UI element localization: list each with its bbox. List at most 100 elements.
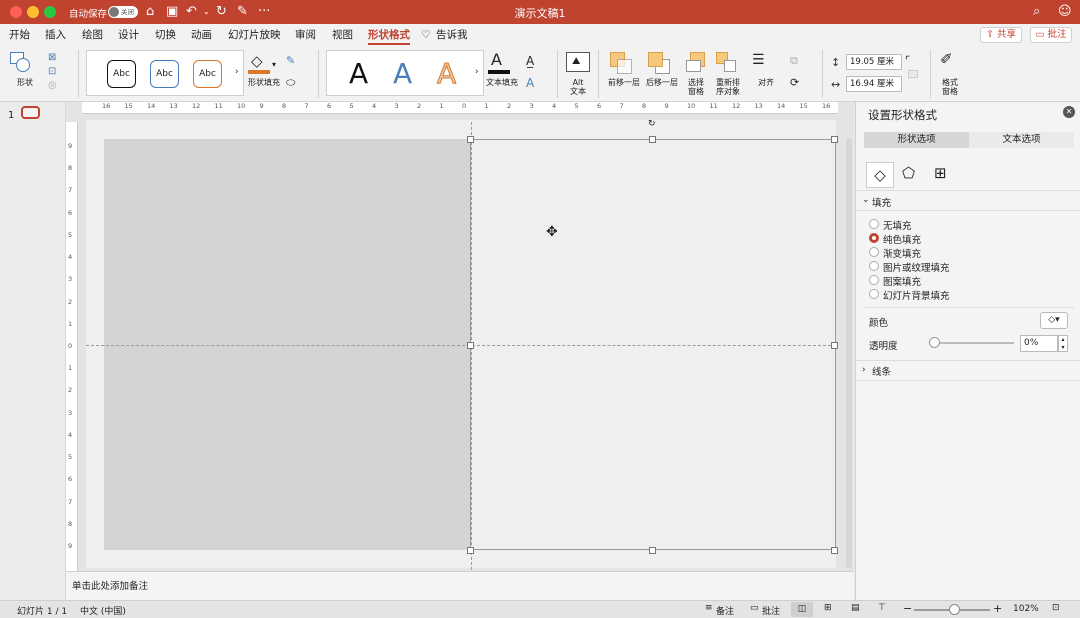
close-icon[interactable]: ✕: [1063, 106, 1075, 118]
reorder-objects-icon[interactable]: [716, 52, 738, 74]
notes-toggle[interactable]: 备注: [716, 604, 734, 617]
rotate-handle-icon[interactable]: ↻: [648, 119, 656, 129]
notes-icon[interactable]: ≡: [705, 603, 713, 613]
transparency-input[interactable]: 0%: [1020, 335, 1058, 352]
option-gradient-fill[interactable]: 渐变填充: [883, 246, 921, 260]
shapes-icon[interactable]: [10, 52, 36, 74]
resize-handle-ne[interactable]: [831, 136, 838, 143]
option-no-fill[interactable]: 无填充: [883, 218, 912, 232]
draw-textbox-icon[interactable]: ⊡: [48, 66, 56, 77]
chevron-right-icon[interactable]: ›: [862, 365, 866, 375]
merge-shapes-icon[interactable]: ◎: [48, 80, 57, 91]
option-solid-fill[interactable]: 纯色填充: [883, 232, 921, 246]
edit-shape-icon[interactable]: ⊠: [48, 52, 56, 63]
tab-transitions[interactable]: 切换: [155, 28, 176, 42]
normal-view-icon[interactable]: ◫: [791, 602, 813, 617]
tell-me[interactable]: 告诉我: [436, 28, 468, 42]
send-backward-icon[interactable]: [648, 52, 670, 74]
wordart-gallery[interactable]: A A A ›: [326, 50, 484, 96]
zoom-out-icon[interactable]: −: [903, 602, 912, 615]
resize-handle-sw[interactable]: [467, 547, 474, 554]
bring-forward-icon[interactable]: [610, 52, 632, 74]
rotate-icon[interactable]: ⟳: [790, 76, 799, 89]
selection-pane-icon[interactable]: [686, 52, 708, 74]
slide-sorter-icon[interactable]: ⊞: [824, 603, 832, 613]
format-pane-icon[interactable]: ✐: [940, 50, 953, 68]
crop-icon[interactable]: ⌜: [905, 54, 910, 67]
text-effects-icon[interactable]: A: [526, 76, 534, 90]
shape-style-1[interactable]: Abc: [107, 60, 136, 88]
radio-slide-background-fill[interactable]: [869, 289, 879, 299]
option-slide-background-fill[interactable]: 幻灯片背景填充: [883, 288, 950, 302]
chevron-down-icon[interactable]: ▾: [272, 60, 276, 69]
text-outline-icon[interactable]: A̲: [526, 54, 534, 68]
option-picture-fill[interactable]: 图片或纹理填充: [883, 260, 950, 274]
fill-section-header[interactable]: 填充: [872, 195, 891, 209]
zoom-in-icon[interactable]: +: [993, 602, 1002, 615]
shape-style-3[interactable]: Abc: [193, 60, 222, 88]
alt-text-icon[interactable]: ⛰: [566, 52, 590, 72]
option-pattern-fill[interactable]: 图案填充: [883, 274, 921, 288]
slideshow-icon[interactable]: ⊤: [878, 603, 886, 613]
comments-toggle[interactable]: 批注: [762, 604, 780, 617]
shape-styles-gallery[interactable]: Abc Abc Abc ›: [86, 50, 244, 96]
tab-text-options[interactable]: 文本选项: [969, 132, 1074, 148]
smiley-icon[interactable]: ☺: [1058, 4, 1072, 20]
comments-icon[interactable]: ▭: [750, 603, 759, 613]
fill-bucket-icon[interactable]: ◇: [866, 162, 894, 188]
resize-handle-e[interactable]: [831, 342, 838, 349]
comment-button[interactable]: ▭ 批注: [1030, 27, 1072, 43]
tab-slideshow[interactable]: 幻灯片放映: [228, 28, 281, 42]
transparency-slider-knob[interactable]: [929, 337, 940, 348]
height-input[interactable]: 19.05 厘米: [846, 54, 902, 70]
tab-shape-options[interactable]: 形状选项: [864, 132, 969, 148]
share-button[interactable]: ⇪ 共享: [980, 27, 1022, 43]
pentagon-icon[interactable]: ⬠: [902, 164, 915, 182]
vertical-scrollbar[interactable]: [846, 138, 852, 568]
reading-view-icon[interactable]: ▤: [851, 603, 860, 613]
tab-design[interactable]: 设计: [118, 28, 139, 42]
color-picker-button[interactable]: ◇▾: [1040, 312, 1068, 329]
tab-animations[interactable]: 动画: [191, 28, 212, 42]
resize-handle-s[interactable]: [649, 547, 656, 554]
fit-slide-icon[interactable]: ⊡: [1052, 603, 1060, 613]
shape-outline-icon[interactable]: ✎: [286, 54, 295, 67]
resize-handle-w[interactable]: [467, 342, 474, 349]
line-section-header[interactable]: 线条: [872, 364, 891, 378]
zoom-slider-knob[interactable]: [948, 604, 960, 615]
tab-insert[interactable]: 插入: [45, 28, 66, 42]
tab-review[interactable]: 审阅: [295, 28, 316, 42]
slide-thumbnail[interactable]: [21, 106, 40, 119]
search-icon[interactable]: ⌕: [1033, 4, 1040, 20]
radio-picture-fill[interactable]: [869, 261, 879, 271]
tab-home[interactable]: 开始: [9, 28, 30, 42]
language-indicator[interactable]: 中文 (中国): [80, 604, 126, 617]
chevron-down-icon[interactable]: ⌄: [862, 195, 870, 205]
group-icon[interactable]: ⧉: [790, 54, 798, 68]
chevron-right-icon[interactable]: ›: [475, 67, 479, 77]
resize-handle-se[interactable]: [831, 547, 838, 554]
transparency-stepper[interactable]: ▴ ▾: [1058, 335, 1068, 352]
lock-aspect-icon[interactable]: [908, 70, 918, 78]
radio-pattern-fill[interactable]: [869, 275, 879, 285]
shape-style-2[interactable]: Abc: [150, 60, 179, 88]
resize-handle-nw[interactable]: [467, 136, 474, 143]
transparency-slider[interactable]: [934, 342, 1014, 344]
tab-shape-format[interactable]: 形状格式: [368, 28, 410, 45]
wordart-style-3[interactable]: A: [436, 57, 456, 91]
shape-effects-icon[interactable]: ⬭: [286, 76, 295, 90]
align-icon[interactable]: ☰: [752, 52, 765, 68]
notes-area[interactable]: 单击此处添加备注: [66, 571, 854, 600]
tab-draw[interactable]: 绘图: [82, 28, 103, 42]
wordart-style-1[interactable]: A: [349, 57, 368, 90]
width-input[interactable]: 16.94 厘米: [846, 76, 902, 92]
radio-gradient-fill[interactable]: [869, 247, 879, 257]
wordart-style-2[interactable]: A: [393, 57, 412, 90]
slide-canvas[interactable]: [86, 120, 836, 568]
text-fill-icon[interactable]: A: [488, 50, 510, 74]
size-properties-icon[interactable]: ⊞: [934, 164, 947, 182]
chevron-right-icon[interactable]: ›: [235, 67, 239, 77]
tab-view[interactable]: 视图: [332, 28, 353, 42]
radio-no-fill[interactable]: [869, 219, 879, 229]
resize-handle-n[interactable]: [649, 136, 656, 143]
